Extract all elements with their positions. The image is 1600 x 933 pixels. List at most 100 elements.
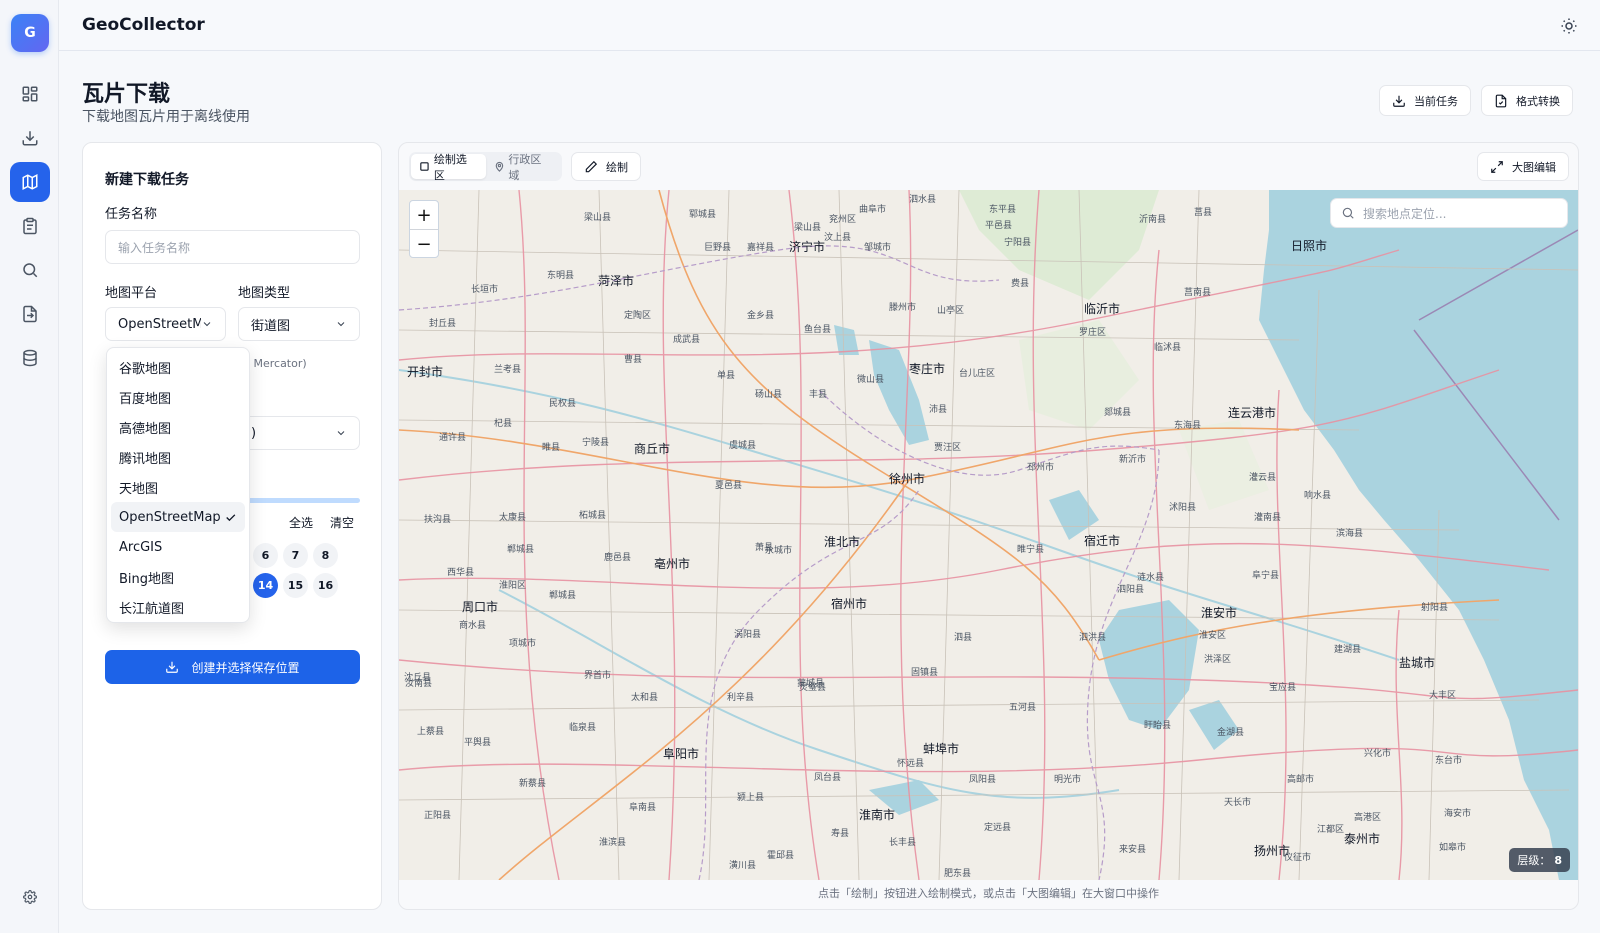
- platform-option-selected[interactable]: OpenStreetMap: [111, 502, 245, 532]
- map-label: 盱眙县: [1144, 721, 1172, 731]
- platform-option[interactable]: 百度地图: [111, 382, 245, 412]
- option-label: 高德地图: [119, 421, 172, 437]
- map-label: 邹城市: [864, 243, 892, 253]
- map-label: 正阳县: [424, 811, 452, 821]
- create-task-button[interactable]: 创建并选择保存位置: [105, 650, 360, 684]
- platform-option[interactable]: 腾讯地图: [111, 442, 245, 472]
- level-chip-selected[interactable]: 14: [253, 573, 278, 598]
- platform-option[interactable]: 天地图: [111, 472, 245, 502]
- level-chip[interactable]: 16: [313, 573, 338, 598]
- map-label: 沛县: [929, 405, 948, 415]
- sidebar-item-convert[interactable]: [10, 294, 50, 334]
- map-label: 梁山县: [794, 223, 822, 233]
- app-logo[interactable]: G: [11, 14, 49, 52]
- current-task-button[interactable]: 当前任务: [1379, 85, 1471, 116]
- map-icon: [22, 174, 38, 190]
- format-convert-button[interactable]: 格式转换: [1481, 85, 1573, 116]
- map-label: 东平县: [989, 205, 1017, 215]
- clear-button[interactable]: 清空: [330, 514, 354, 531]
- map-label: 阜阳市: [663, 747, 700, 761]
- sidebar-item-search[interactable]: [10, 250, 50, 290]
- download-icon: [166, 661, 179, 673]
- map-label: 商水县: [459, 621, 487, 631]
- tab-admin-area[interactable]: 行政区域: [486, 153, 561, 182]
- settings-icon[interactable]: [23, 890, 37, 904]
- sidebar-item-database[interactable]: [10, 338, 50, 378]
- map-label: 肥东县: [944, 869, 972, 879]
- map-label: 海安市: [1444, 809, 1472, 819]
- chevron-down-icon: [203, 322, 211, 327]
- third-select[interactable]: ): [238, 416, 360, 450]
- select-all-button[interactable]: 全选: [289, 514, 313, 531]
- map-label: 宁阳县: [1004, 238, 1032, 248]
- platform-select-value: OpenStreetMap: [118, 316, 201, 332]
- map-label: 商丘市: [634, 442, 671, 456]
- fullscreen-edit-button[interactable]: 大图编辑: [1477, 152, 1569, 181]
- map-label: 贾汪区: [934, 443, 962, 453]
- map-label: 鹿邑县: [604, 553, 632, 563]
- current-task-label: 当前任务: [1414, 94, 1458, 108]
- platform-option[interactable]: Bing地图: [111, 562, 245, 592]
- square-icon: [420, 162, 429, 171]
- zoom-out-button[interactable]: −: [410, 230, 438, 259]
- level-chip[interactable]: 7: [283, 543, 308, 568]
- projection-hint: b Mercator): [243, 357, 307, 370]
- map-label: 淮滨县: [599, 838, 627, 848]
- map-canvas[interactable]: 济宁市 菏泽市 临沂市 日照市 枣庄市 开封市 商丘市 徐州市 连云港市 宿迁市…: [399, 190, 1578, 880]
- panel-title: 新建下载任务: [105, 172, 189, 188]
- option-label: Bing地图: [119, 571, 175, 587]
- map-type-select[interactable]: 街道图: [238, 307, 360, 341]
- map-label: 开封市: [407, 365, 444, 379]
- map-label: 定陶区: [624, 311, 652, 321]
- map-label: 蒙城县: [797, 679, 825, 689]
- map-label: 蚌埠市: [923, 742, 960, 756]
- sidebar-item-download[interactable]: [10, 118, 50, 158]
- map-label: 定远县: [984, 823, 1012, 833]
- sidebar-item-tile-download[interactable]: [10, 162, 50, 202]
- map-label: 淮阳区: [499, 581, 527, 591]
- map-label: 凤阳县: [969, 775, 997, 785]
- level-label: 层级：: [1517, 854, 1551, 867]
- level-chip[interactable]: 8: [313, 543, 338, 568]
- tab-label: 行政区域: [508, 152, 542, 182]
- map-label: 明光市: [1054, 775, 1082, 785]
- page-title: 瓦片下载: [82, 82, 171, 107]
- platform-option[interactable]: 高德地图: [111, 412, 245, 442]
- map-label: 临泉县: [569, 723, 597, 733]
- map-label: 罗庄区: [1079, 328, 1107, 338]
- level-chip[interactable]: 6: [253, 543, 278, 568]
- platform-option[interactable]: ArcGIS: [111, 532, 245, 562]
- zoom-range-slider[interactable]: [243, 498, 360, 503]
- sun-icon[interactable]: [1560, 17, 1578, 35]
- zoom-in-button[interactable]: +: [410, 201, 438, 230]
- map-label: 宝应县: [1269, 683, 1297, 693]
- platform-option[interactable]: 谷歌地图: [111, 352, 245, 382]
- location-search-input[interactable]: 搜索地点定位...: [1330, 198, 1568, 228]
- sidebar-item-dashboard[interactable]: [10, 74, 50, 114]
- map-label: 徐州市: [889, 472, 926, 486]
- map-label: 泰州市: [1344, 832, 1381, 846]
- map-label: 汶上县: [824, 233, 852, 243]
- map-pin-icon: [495, 161, 503, 172]
- map-label: 大丰区: [1429, 691, 1457, 701]
- file-convert-icon: [23, 305, 37, 323]
- tab-draw-select[interactable]: 绘制选区: [411, 153, 486, 182]
- search-icon: [1342, 207, 1354, 219]
- map-label: 灌云县: [1249, 473, 1277, 483]
- map-label: 淮南市: [859, 808, 896, 822]
- task-name-input[interactable]: 输入任务名称: [105, 230, 360, 264]
- sidebar-item-tasks[interactable]: [10, 206, 50, 246]
- grid-icon: [22, 86, 38, 102]
- map-label: 长垣市: [471, 285, 499, 295]
- map-label: 曲阜市: [859, 205, 887, 215]
- option-label: 长江航道图: [119, 601, 185, 617]
- map-label: 利辛县: [727, 693, 755, 703]
- platform-select[interactable]: OpenStreetMap: [105, 307, 226, 341]
- draw-button[interactable]: 绘制: [571, 152, 641, 181]
- zoom-level-badge: 层级： 8: [1509, 848, 1570, 872]
- map-label: 五河县: [1009, 703, 1037, 713]
- map-label: 鱼台县: [804, 325, 832, 335]
- level-chip[interactable]: 15: [283, 573, 308, 598]
- platform-option[interactable]: 长江航道图: [111, 592, 245, 622]
- map-label: 嘉祥县: [747, 243, 775, 253]
